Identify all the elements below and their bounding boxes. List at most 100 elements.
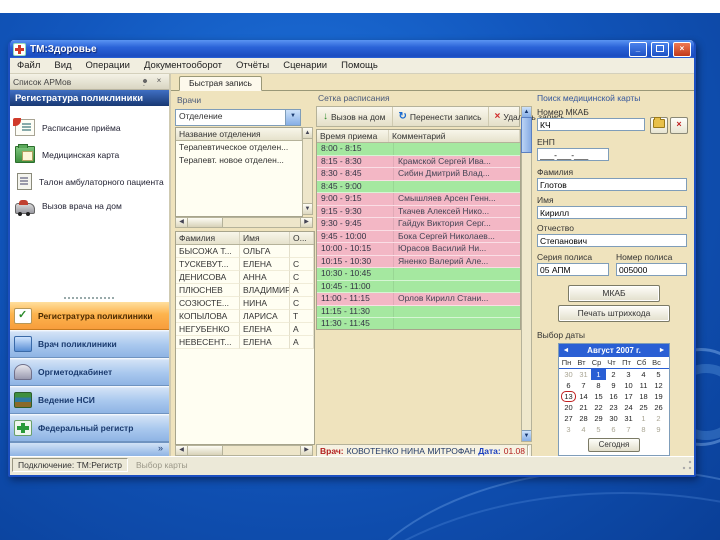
scroll-left-icon[interactable]: ◀	[176, 446, 188, 455]
schedule-slot[interactable]: 8:15 - 8:30 Крамской Сергей Ива...	[317, 155, 520, 168]
calendar-day[interactable]: 15	[591, 391, 606, 402]
schedule-slot[interactable]: 10:45 - 11:00	[317, 280, 520, 293]
calendar-day[interactable]: 13	[561, 391, 576, 402]
sidebar-tool-item[interactable]: Вызов врача на дом	[10, 195, 169, 216]
department-row[interactable]: Терапевтическое отделен...	[176, 141, 302, 154]
sidebar-tool-item[interactable]: Талон амбулаторного пациента	[10, 168, 169, 195]
home-visit-button[interactable]: ↓ Вызов на дом	[317, 107, 393, 126]
menu-item[interactable]: Документооборот	[137, 59, 229, 72]
calendar-day[interactable]: 5	[591, 424, 606, 435]
arm-item-button[interactable]: Федеральный регистр	[10, 414, 169, 442]
doctor-row[interactable]: НЕГУБЕНКО ЕЛЕНА А	[176, 323, 314, 336]
calendar-day[interactable]: 1	[636, 413, 651, 424]
calendar-day[interactable]: 4	[576, 424, 591, 435]
scroll-up-icon[interactable]: ▲	[303, 128, 312, 139]
schedule-slot[interactable]: 9:45 - 10:00 Бока Сергей Николаев...	[317, 230, 520, 243]
doctor-row[interactable]: ТУСКЕВУТ... ЕЛЕНА С	[176, 258, 314, 271]
schedule-vertical-scrollbar[interactable]: ▲ ▼	[521, 106, 532, 442]
calendar-day[interactable]: 18	[636, 391, 651, 402]
calendar-day[interactable]: 26	[651, 402, 666, 413]
polis-number-input[interactable]	[616, 263, 687, 276]
splitter-grip[interactable]	[64, 297, 114, 299]
schedule-slot[interactable]: 9:00 - 9:15 Смышляев Арсен Генн...	[317, 193, 520, 206]
arm-item-button[interactable]: Ведение НСИ	[10, 386, 169, 414]
minimize-button[interactable]: _	[629, 41, 647, 57]
schedule-column-time[interactable]: Время приема	[317, 130, 389, 142]
menu-item[interactable]: Файл	[10, 59, 47, 72]
arm-item-active[interactable]: Регистратура поликлиники	[10, 302, 169, 330]
calendar-day[interactable]: 16	[606, 391, 621, 402]
pin-icon[interactable]	[138, 75, 152, 88]
menu-item[interactable]: Операции	[79, 59, 137, 72]
menu-item[interactable]: Вид	[47, 59, 78, 72]
scroll-down-icon[interactable]: ▼	[303, 203, 312, 214]
schedule-slot[interactable]: 8:30 - 8:45 Сибин Дмитрий Влад...	[317, 168, 520, 181]
department-row[interactable]: Терапевт. новое отделен...	[176, 154, 302, 167]
calendar-day[interactable]: 2	[651, 413, 666, 424]
prev-month-icon[interactable]: ◄	[559, 347, 573, 354]
calendar-day[interactable]: 22	[591, 402, 606, 413]
calendar-day[interactable]: 31	[621, 413, 636, 424]
calendar-day[interactable]: 6	[606, 424, 621, 435]
firstname-input[interactable]	[537, 206, 687, 219]
schedule-slot[interactable]: 8:00 - 8:15	[317, 143, 520, 156]
calendar-day[interactable]: 9	[606, 380, 621, 391]
calendar-day[interactable]: 7	[576, 380, 591, 391]
calendar-day[interactable]: 25	[636, 402, 651, 413]
calendar-day[interactable]: 6	[561, 380, 576, 391]
calendar-day[interactable]: 24	[621, 402, 636, 413]
close-panel-icon[interactable]: ×	[152, 75, 166, 88]
calendar-day[interactable]: 12	[651, 380, 666, 391]
calendar-day[interactable]: 8	[636, 424, 651, 435]
arm-item-button[interactable]: Врач поликлиники	[10, 330, 169, 358]
scroll-left-icon[interactable]: ◀	[176, 218, 188, 227]
schedule-slot[interactable]: 10:15 - 10:30 Яненко Валерий Але...	[317, 255, 520, 268]
move-record-button[interactable]: ↻ Перенести запись	[393, 107, 489, 126]
doctor-row[interactable]: НЕВЕСЕНТ... ЕЛЕНА А	[176, 336, 314, 349]
schedule-column-comment[interactable]: Комментарий	[389, 130, 520, 142]
sidebar-tool-item[interactable]: Расписание приёма	[10, 114, 169, 141]
scrollbar-thumb[interactable]	[521, 117, 532, 153]
doctors-column-lastname[interactable]: Фамилия	[176, 232, 240, 244]
sidebar-bottom-strip[interactable]: »	[10, 442, 169, 456]
calendar-day[interactable]: 1	[591, 369, 606, 380]
calendar-day[interactable]: 29	[591, 413, 606, 424]
doctor-row[interactable]: ПЛЮСНЕВ ВЛАДИМИР А	[176, 284, 314, 297]
doctor-row[interactable]: СОЗЮСТЕ... НИНА С	[176, 297, 314, 310]
sidebar-tool-item[interactable]: Медицинская карта	[10, 141, 169, 168]
schedule-slot[interactable]: 11:15 - 11:30	[317, 305, 520, 318]
today-button[interactable]: Сегодня	[587, 438, 641, 452]
print-barcode-button[interactable]: Печать штрихкода	[558, 305, 670, 322]
calendar-day[interactable]: 20	[561, 402, 576, 413]
calendar-day[interactable]: 10	[621, 380, 636, 391]
polis-series-input[interactable]	[537, 263, 609, 276]
calendar-day[interactable]: 2	[606, 369, 621, 380]
calendar-day[interactable]: 14	[576, 391, 591, 402]
calendar-day[interactable]: 31	[576, 369, 591, 380]
menu-item[interactable]: Отчёты	[229, 59, 276, 72]
scroll-right-icon[interactable]: ▶	[300, 218, 312, 227]
mkab-button[interactable]: МКАБ	[568, 285, 660, 302]
titlebar[interactable]: ТМ:Здоровье _ ×	[10, 40, 694, 58]
close-button[interactable]: ×	[673, 41, 691, 57]
schedule-slot[interactable]: 11:30 - 11:45	[317, 318, 520, 329]
scrollbar-thumb[interactable]	[188, 218, 223, 227]
department-combobox[interactable]: Отделение ▼	[175, 109, 301, 126]
scroll-down-icon[interactable]: ▼	[522, 430, 531, 441]
calendar-day[interactable]: 23	[606, 402, 621, 413]
calendar-day[interactable]: 28	[576, 413, 591, 424]
calendar-day[interactable]: 9	[651, 424, 666, 435]
departments-horizontal-scrollbar[interactable]: ◀ ▶	[175, 217, 313, 228]
clear-button[interactable]: ×	[670, 117, 688, 134]
schedule-slot[interactable]: 10:30 - 10:45	[317, 268, 520, 281]
calendar-day[interactable]: 8	[591, 380, 606, 391]
chevron-icon[interactable]: »	[158, 443, 163, 453]
doctors-horizontal-scrollbar[interactable]: ◀ ▶	[175, 445, 313, 456]
doctor-row[interactable]: БЫСОЖА Т... ОЛЬГА	[176, 245, 314, 258]
doctor-row[interactable]: ДЕНИСОВА АННА С	[176, 271, 314, 284]
calendar-day[interactable]: 19	[651, 391, 666, 402]
enp-input[interactable]	[537, 148, 609, 161]
schedule-slot[interactable]: 11:00 - 11:15 Орлов Кирилл Стани...	[317, 293, 520, 306]
schedule-slot[interactable]: 9:30 - 9:45 Гайдук Виктория Серг...	[317, 218, 520, 231]
schedule-slot[interactable]: 10:00 - 10:15 Юрасов Василий Ни...	[317, 243, 520, 256]
